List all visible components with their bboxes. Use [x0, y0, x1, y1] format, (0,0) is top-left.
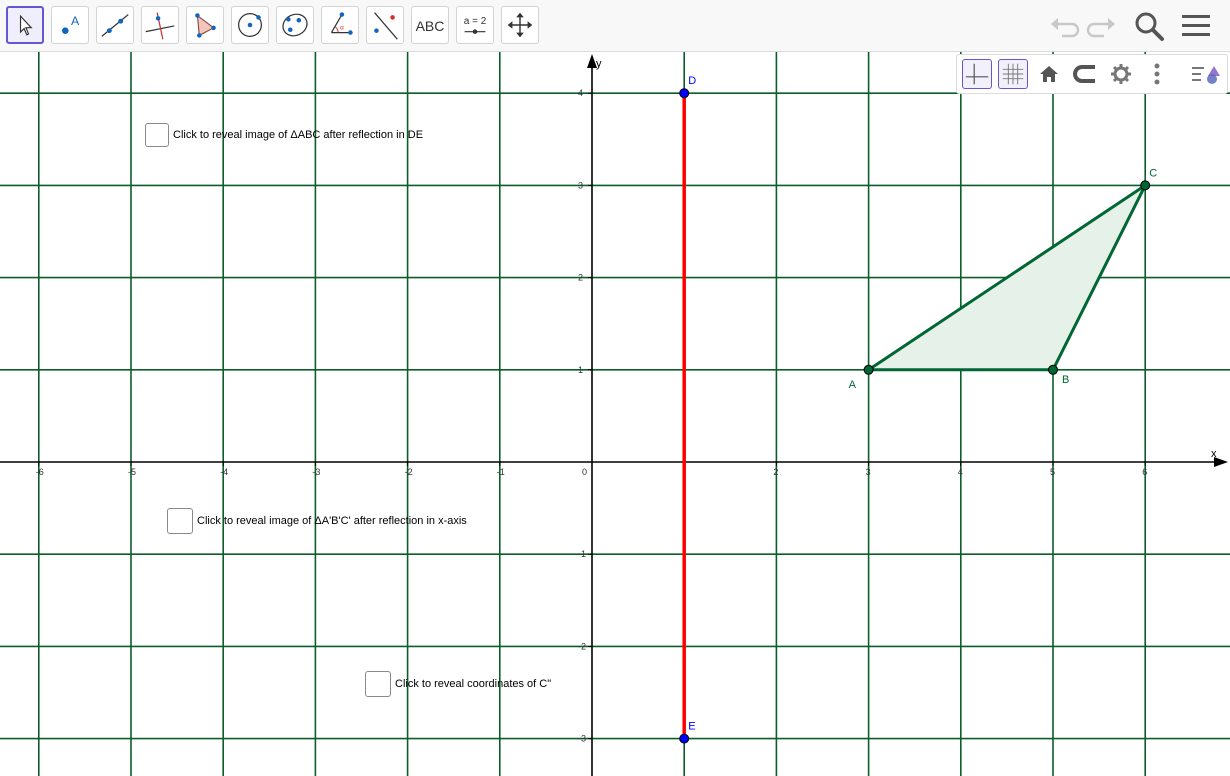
y-tick-label: 4 [578, 88, 583, 98]
magnet-icon [1073, 65, 1095, 83]
standard-view-button[interactable] [1034, 59, 1064, 89]
polygon-tool-button[interactable] [186, 6, 224, 44]
x-tick-label: -4 [220, 467, 228, 477]
x-tick-label: 6 [1142, 467, 1147, 477]
menu-icon [1182, 15, 1210, 36]
circle-icon [238, 13, 262, 37]
y-tick-label: 3 [578, 180, 583, 190]
checkbox-label: Click to reveal coordinates of C" [395, 678, 552, 690]
ellipse-icon [282, 13, 308, 37]
y-tick-label: 2 [578, 273, 583, 283]
axes [0, 54, 1228, 776]
checkbox-label: Click to reveal image of ΔABC after refl… [173, 129, 424, 141]
redo-icon [1086, 18, 1115, 38]
slider-icon [464, 29, 486, 34]
move-graphics-view-tool-button[interactable] [501, 6, 539, 44]
point-d[interactable] [679, 88, 690, 99]
undo-button[interactable] [1046, 8, 1082, 44]
text-tool-button[interactable]: ABC [411, 6, 449, 44]
more-vertical-icon [1154, 63, 1160, 85]
checkbox-square[interactable] [167, 508, 193, 534]
point-c[interactable] [1140, 180, 1151, 191]
x-tick-label: -5 [128, 467, 136, 477]
line-tool-button[interactable] [96, 6, 134, 44]
move-arrows-icon [507, 12, 533, 38]
point-capturing-button[interactable] [1070, 59, 1100, 89]
x-tick-label: 2 [773, 467, 778, 477]
point-label-d: D [688, 75, 696, 87]
checkbox-reflect-de[interactable]: Click to reveal image of ΔABC after refl… [145, 123, 423, 147]
axes-icon [965, 63, 989, 85]
x-tick-label: 4 [958, 467, 963, 477]
point-e[interactable] [679, 733, 690, 744]
home-icon [1040, 66, 1058, 82]
y-tick-label: 1 [578, 365, 583, 375]
graphics-style-bar [956, 54, 1228, 94]
axes-toggle-button[interactable] [962, 59, 992, 89]
graphics-view[interactable]: -6 -5 -4 -3 -2 -1 0 2 3 4 5 6 4 3 2 1 -1 -2 -3 x y A B C D… [0, 52, 1230, 776]
point-icon: A [61, 14, 80, 34]
style-panel-icon [1192, 66, 1220, 84]
cursor-arrow-icon [19, 14, 33, 36]
reflect-about-line-icon [374, 12, 398, 40]
x-tick-label: -6 [36, 467, 44, 477]
search-button[interactable] [1131, 8, 1167, 44]
checkbox-square[interactable] [365, 671, 391, 697]
reflect-tool-button[interactable] [366, 6, 404, 44]
grid-icon [1002, 63, 1024, 85]
redo-button[interactable] [1084, 8, 1120, 44]
y-tick-label: -2 [578, 641, 586, 651]
y-tick-label: -1 [578, 549, 586, 559]
point-label-c: C [1149, 167, 1157, 179]
checkbox-coordinates-c[interactable]: Click to reveal coordinates of C" [365, 671, 551, 697]
point-tool-button[interactable]: A [51, 6, 89, 44]
svg-text:α: α [340, 25, 344, 32]
undo-icon [1051, 18, 1080, 38]
grid-lines [0, 52, 1230, 776]
style-panel-toggle-button[interactable] [1189, 59, 1225, 89]
y-axis-label: y [596, 58, 602, 70]
polygon-icon [195, 13, 216, 38]
x-tick-label: -3 [312, 467, 320, 477]
line-icon [101, 14, 129, 37]
point-label-e: E [688, 721, 695, 733]
settings-button[interactable] [1106, 59, 1136, 89]
checkbox-reflect-x-axis[interactable]: Click to reveal image of ΔA'B'C' after r… [167, 508, 467, 534]
conic-tool-button[interactable] [276, 6, 314, 44]
point-a[interactable] [863, 364, 874, 375]
point-b[interactable] [1048, 364, 1058, 375]
angle-tool-button[interactable]: α [321, 6, 359, 44]
main-menu-button[interactable] [1178, 8, 1214, 44]
point-label-a: A [849, 379, 857, 391]
grid-toggle-button[interactable] [998, 59, 1028, 89]
angle-icon: α [330, 12, 353, 35]
x-tick-label: 3 [866, 467, 871, 477]
y-tick-label: -3 [578, 734, 586, 744]
checkbox-label: Click to reveal image of ΔA'B'C' after r… [197, 515, 467, 527]
svg-text:A: A [71, 14, 80, 28]
circle-tool-button[interactable] [231, 6, 269, 44]
search-icon [1135, 12, 1164, 41]
x-tick-label: -1 [497, 467, 505, 477]
x-tick-label: 0 [582, 467, 587, 477]
points [679, 88, 1151, 744]
checkbox-square[interactable] [145, 123, 169, 147]
perpendicular-line-icon [145, 12, 175, 40]
more-options-button[interactable] [1142, 59, 1172, 89]
x-axis-label: x [1211, 448, 1217, 460]
toolbar: A α ABC a = 2 [0, 0, 1230, 52]
x-tick-label: -2 [405, 467, 413, 477]
slider-tool-button[interactable]: a = 2 [456, 6, 494, 44]
perpendicular-line-tool-button[interactable] [141, 6, 179, 44]
x-tick-label: 5 [1050, 467, 1055, 477]
gear-icon [1111, 64, 1131, 84]
move-tool-button[interactable] [6, 6, 44, 44]
text-tool-label: ABC [415, 18, 445, 34]
point-label-b: B [1062, 374, 1069, 386]
